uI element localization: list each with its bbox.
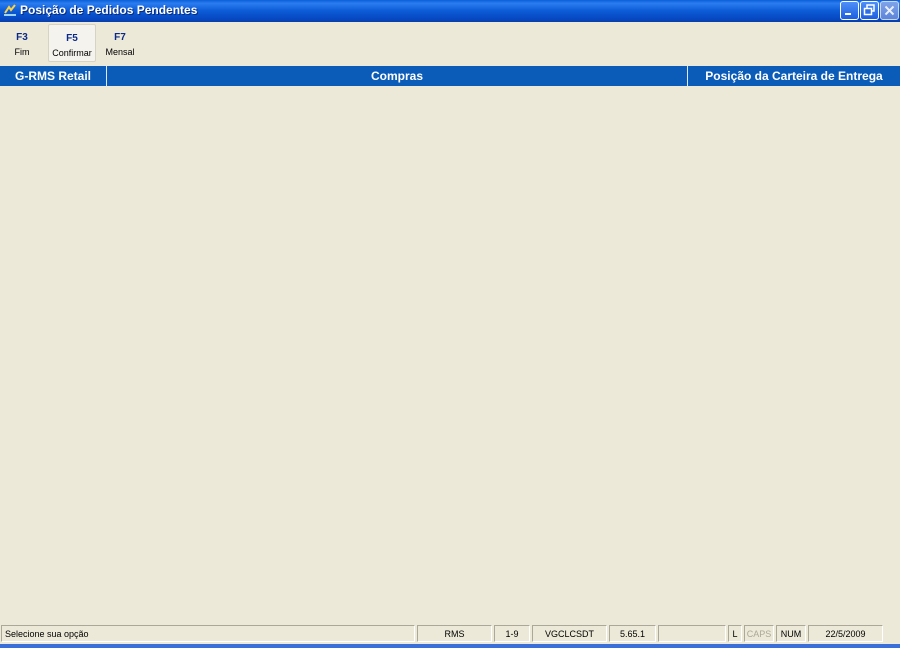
system-name: G-RMS Retail: [14, 69, 91, 83]
confirmar-button[interactable]: F5 Confirmar: [48, 24, 96, 62]
status-bar: Selecione sua opção RMS 1-9 VGCLCSDT 5.6…: [0, 623, 900, 644]
module-name: Compras: [370, 69, 423, 83]
status-date: 22/5/2009: [808, 625, 883, 642]
app-icon: [3, 3, 17, 17]
status-version: 5.65.1: [609, 625, 656, 642]
fkey-label: Mensal: [105, 47, 135, 57]
close-button[interactable]: [880, 1, 899, 20]
fkey-code: F3: [16, 32, 28, 43]
bottom-border: [0, 644, 900, 648]
status-company: RMS: [417, 625, 492, 642]
screen-header-bar: G-RMS Retail Compras Posição da Carteira…: [0, 66, 900, 86]
minimize-button[interactable]: [840, 1, 859, 20]
status-range: 1-9: [494, 625, 530, 642]
status-num: NUM: [776, 625, 806, 642]
status-lock: L: [728, 625, 742, 642]
fkey-code: F5: [66, 33, 78, 44]
fkey-label: Confirmar: [52, 48, 92, 58]
restore-button[interactable]: [860, 1, 879, 20]
function-key-toolbar: F3 Fim F5 Confirmar F7 Mensal: [0, 22, 900, 64]
fkey-label: Fim: [14, 47, 30, 57]
fim-button[interactable]: F3 Fim: [4, 24, 40, 62]
main-content-area: [0, 86, 900, 623]
fkey-code: F7: [114, 32, 126, 43]
title-bar[interactable]: Posição de Pedidos Pendentes: [0, 0, 900, 22]
status-program: VGCLCSDT: [532, 625, 607, 642]
status-empty-panel: [658, 625, 726, 642]
status-message: Selecione sua opção: [1, 625, 415, 642]
status-caps: CAPS: [744, 625, 774, 642]
window-title: Posição de Pedidos Pendentes: [20, 3, 198, 17]
screen-name: Posição da Carteira de Entrega: [705, 69, 883, 83]
mensal-button[interactable]: F7 Mensal: [100, 24, 140, 62]
